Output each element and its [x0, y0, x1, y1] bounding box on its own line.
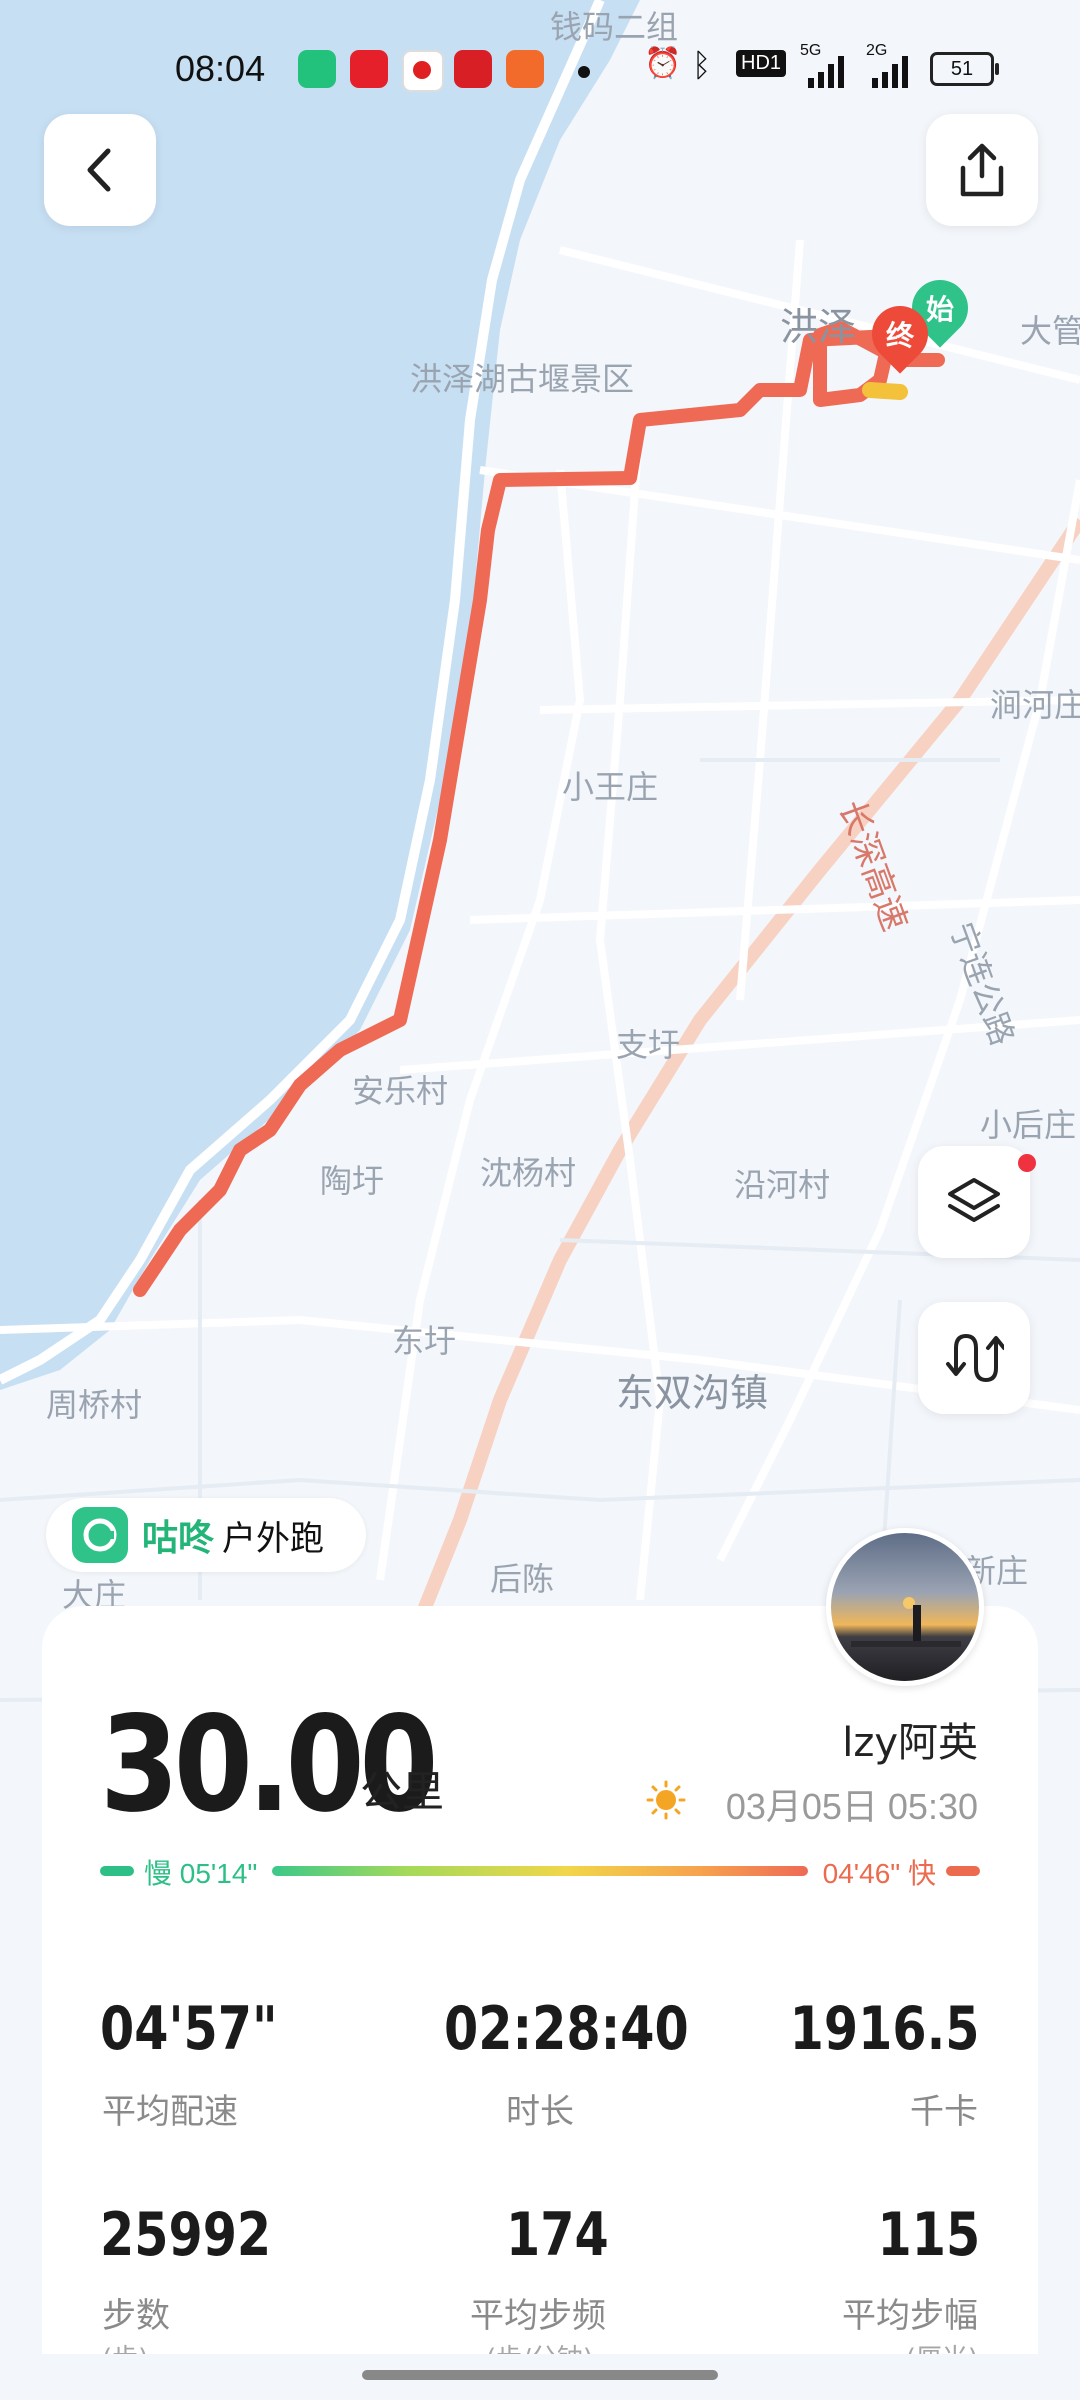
distance-unit: 公里 — [360, 1767, 445, 1816]
share-button[interactable] — [926, 114, 1038, 226]
map-label: 洪泽 — [780, 305, 857, 349]
pace-slow-cap — [100, 1866, 134, 1876]
brand-badge: 咕咚 户外跑 — [46, 1498, 366, 1572]
cadence-label: 平均步频 — [470, 2296, 606, 2336]
steps-value: 25992 — [100, 2200, 272, 2270]
map-label: 洪泽湖古堰景区 — [410, 360, 635, 398]
username: lzy阿英 — [842, 1720, 978, 1766]
layers-icon — [948, 1178, 1000, 1222]
brand-name: 咕咚 — [142, 1518, 215, 1559]
back-button[interactable] — [44, 114, 156, 226]
map-layers-button[interactable] — [918, 1146, 1030, 1258]
map-label: 周桥村 — [46, 1386, 143, 1424]
battery-icon: 51 — [930, 52, 999, 86]
signal-5g-icon — [808, 56, 844, 88]
layers-new-badge — [1018, 1154, 1036, 1172]
app-study-icon — [454, 50, 492, 88]
home-indicator[interactable] — [362, 2370, 718, 2380]
chevron-left-icon — [87, 148, 111, 192]
pace-range-bar: 慢 05'14" 04'46" 快 — [100, 1852, 980, 1892]
avg-pace-label: 平均配速 — [102, 2092, 238, 2132]
map-label: 安乐村 — [352, 1072, 449, 1110]
alarm-icon: ⏰ — [644, 46, 682, 81]
pace-fast-cap — [946, 1866, 980, 1876]
sun-weather-icon — [646, 1780, 686, 1820]
status-bar: 08:04 ⏰ ᛒ HD1 5G 2G 51 — [0, 40, 1080, 100]
cadence-value: 174 — [506, 2200, 609, 2270]
more-notifications-dot — [578, 66, 590, 78]
map-label: 东圩 — [392, 1322, 457, 1360]
app-green-icon — [298, 50, 336, 88]
calories-value: 1916.5 — [790, 1994, 980, 2064]
duration-value: 02:28:40 — [444, 1994, 689, 2064]
share-icon — [960, 143, 1004, 197]
route-replay-button[interactable] — [918, 1302, 1030, 1414]
map-label: 沿河村 — [734, 1166, 831, 1204]
map-label: 陶圩 — [320, 1162, 385, 1200]
map-label: 大管 — [1020, 312, 1080, 350]
map-label: 东双沟镇 — [616, 1371, 769, 1415]
stride-value: 115 — [877, 2200, 980, 2270]
app-red-icon — [350, 50, 388, 88]
pace-fast-label: 04'46" 快 — [822, 1858, 936, 1889]
steps-label: 步数 — [102, 2296, 170, 2336]
run-date: 03月05日 05:30 — [725, 1786, 978, 1827]
pace-slow-label: 慢 05'14" — [144, 1858, 258, 1889]
status-time: 08:04 — [175, 48, 266, 89]
hd-icon: HD1 — [736, 50, 787, 77]
codoon-logo-icon — [72, 1507, 128, 1563]
stride-label: 平均步幅 — [842, 2296, 978, 2336]
app-orange-icon — [506, 50, 544, 88]
avg-pace-value: 04'57" — [100, 1994, 278, 2064]
route-curve-icon — [946, 1333, 1004, 1383]
map-label: 小后庄 — [980, 1106, 1077, 1144]
map-label: 后陈 — [490, 1560, 555, 1598]
signal-2g-icon — [872, 56, 908, 88]
bluetooth-icon: ᛒ — [692, 46, 712, 84]
calories-label: 千卡 — [910, 2092, 978, 2132]
pace-gradient — [272, 1866, 808, 1876]
map-label: 涧河庄 — [990, 686, 1080, 724]
app-youtube-icon — [402, 50, 444, 92]
map-label: 沈杨村 — [480, 1154, 577, 1192]
duration-label: 时长 — [506, 2092, 574, 2132]
map-label: 小王庄 — [562, 768, 659, 806]
map-label: 支圩 — [616, 1026, 681, 1064]
sport-type: 户外跑 — [222, 1518, 325, 1559]
avatar[interactable] — [826, 1528, 984, 1686]
